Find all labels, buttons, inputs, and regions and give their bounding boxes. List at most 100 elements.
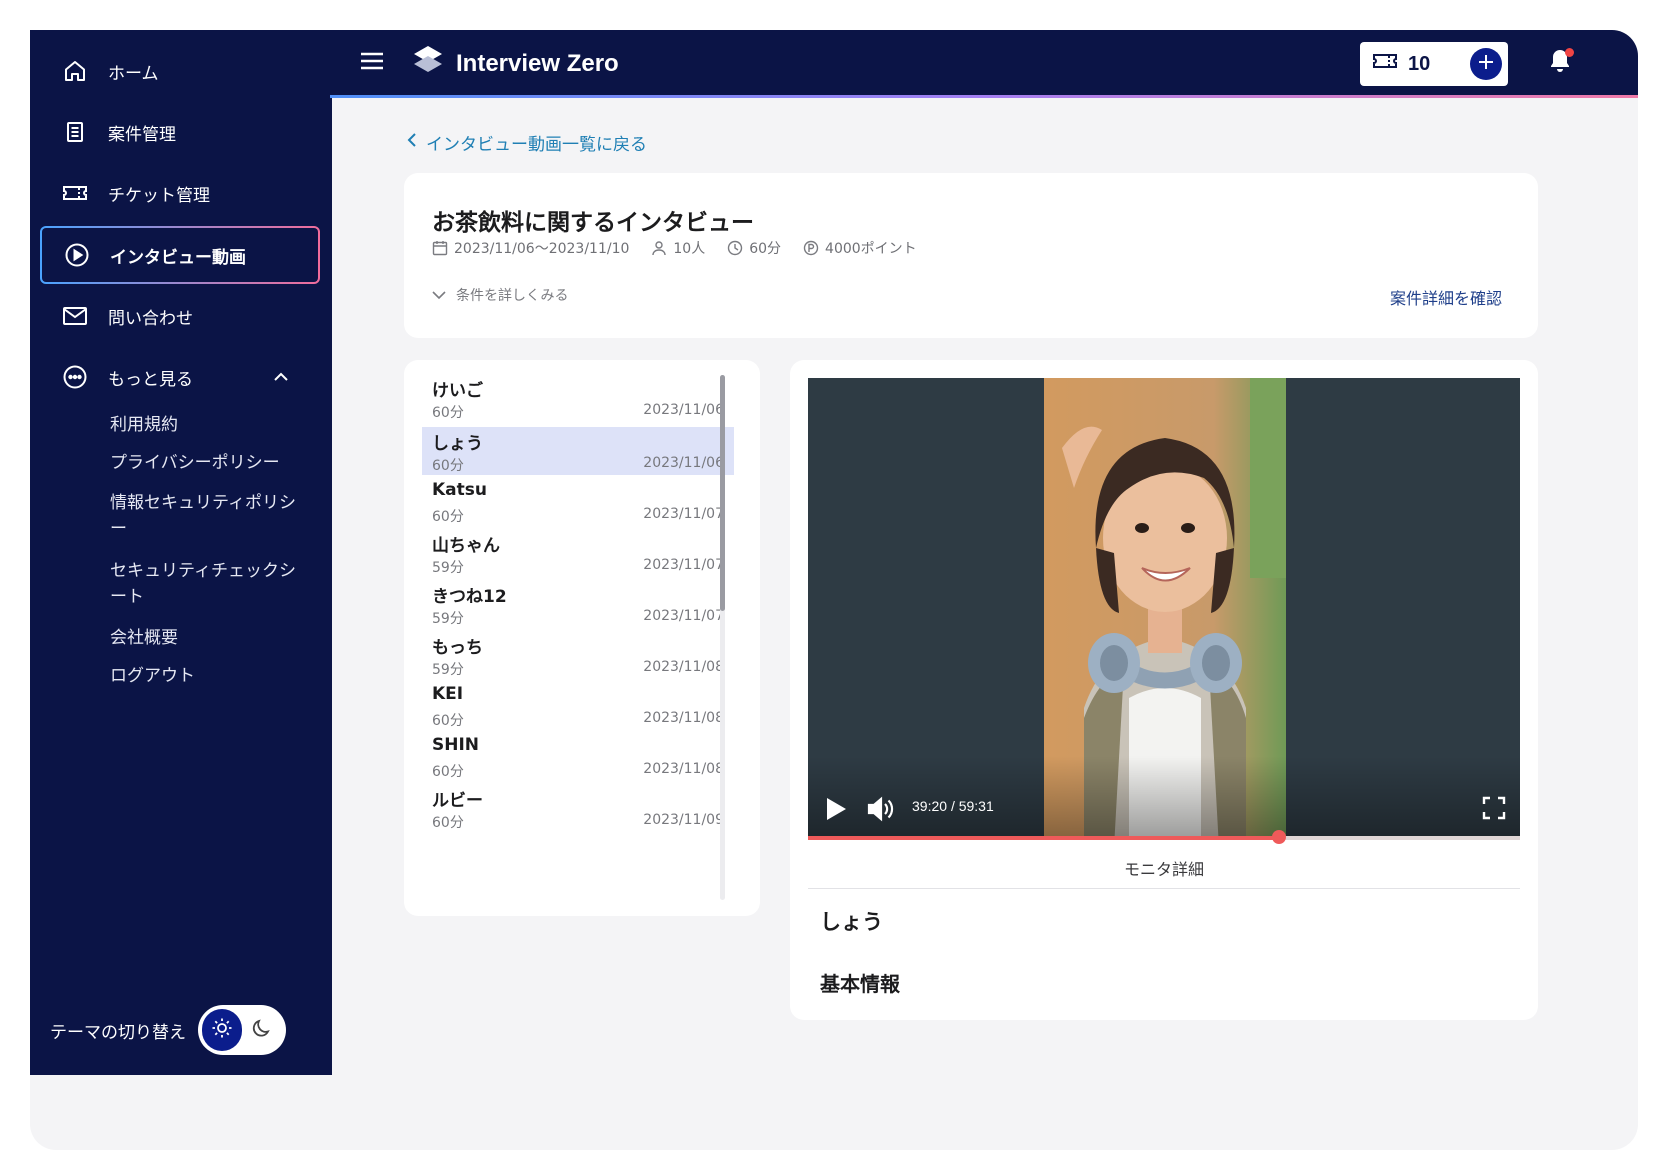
project-title: お茶飲料に関するインタビュー: [432, 210, 754, 236]
interviewee-name: 山ちゃん: [432, 536, 500, 556]
interview-date: 2023/11/06: [643, 455, 724, 471]
theme-toggle[interactable]: [198, 1005, 286, 1055]
list-item[interactable]: しょう 60分 2023/11/06: [422, 427, 734, 475]
sidebar-sub-logout[interactable]: ログアウト: [110, 663, 300, 689]
list-item[interactable]: けいご 60分 2023/11/06: [422, 374, 734, 422]
interviewee-name: ルビー: [432, 791, 483, 811]
play-button[interactable]: [824, 796, 848, 826]
mail-icon: [62, 303, 88, 329]
list-item[interactable]: SHIN 60分 2023/11/08: [422, 733, 734, 781]
interview-date: 2023/11/07: [643, 506, 724, 522]
interview-duration: 60分: [432, 509, 464, 525]
sidebar-sub-infosec-policy[interactable]: 情報セキュリティポリシー: [110, 490, 300, 542]
sidebar-item-label: インタビュー動画: [110, 247, 246, 268]
moon-icon: [251, 1017, 273, 1044]
person-icon: [651, 240, 667, 256]
list-item[interactable]: もっち 59分 2023/11/08: [422, 631, 734, 679]
ticket-balance: 10: [1360, 42, 1508, 86]
interview-duration: 59分: [432, 560, 464, 576]
video-player[interactable]: 39:20 / 59:31: [808, 378, 1520, 836]
back-link-label: インタビュー動画一覧に戻る: [426, 135, 647, 155]
controls-overlay: [808, 756, 1520, 836]
project-detail-link[interactable]: 案件詳細を確認: [1390, 285, 1502, 309]
volume-icon[interactable]: [866, 796, 894, 826]
back-to-list-link[interactable]: インタビュー動画一覧に戻る: [406, 130, 647, 155]
meta-duration: 60分: [727, 238, 781, 258]
sidebar-item-projects[interactable]: 案件管理: [40, 103, 320, 161]
list-item[interactable]: 山ちゃん 59分 2023/11/07: [422, 529, 734, 577]
interview-duration: 60分: [432, 815, 464, 831]
sidebar-sub-security-checksheet[interactable]: セキュリティチェックシート: [110, 558, 300, 610]
ticket-icon: [62, 180, 88, 206]
interview-date: 2023/11/09: [643, 812, 724, 828]
sidebar-sub-privacy[interactable]: プライバシーポリシー: [110, 450, 300, 476]
list-item[interactable]: ルビー 60分 2023/11/09: [422, 784, 734, 832]
monitor-detail-label: モニタ詳細: [1123, 860, 1204, 879]
brand[interactable]: Interview Zero: [410, 44, 619, 83]
conditions-toggle[interactable]: 条件を詳しくみる: [432, 285, 569, 305]
chevron-up-icon[interactable]: [272, 368, 290, 391]
video-progress-fill: [808, 836, 1279, 840]
meta-points: 4000ポイント: [803, 238, 917, 258]
calendar-icon: [432, 240, 448, 256]
theme-label: テーマの切り替え: [50, 1022, 186, 1043]
interview-date: 2023/11/08: [643, 761, 724, 777]
points-value: 4000ポイント: [825, 241, 917, 257]
sidebar-item-home[interactable]: ホーム: [40, 42, 320, 100]
notification-badge: [1565, 48, 1574, 57]
light-mode-button[interactable]: [202, 1009, 242, 1051]
meta-period: 2023/11/06〜2023/11/10: [432, 238, 629, 258]
ticket-count: 10: [1408, 52, 1431, 75]
logo-icon: [410, 44, 446, 83]
app-frame: ホーム 案件管理 チケット管理 インタビュー動画 問い合わせ もっと見る 利用規…: [30, 30, 1638, 1150]
sidebar-sub-company[interactable]: 会社概要: [110, 625, 300, 651]
chevron-left-icon: [406, 132, 418, 153]
monitor-name: しょう: [820, 910, 883, 934]
sidebar-item-tickets[interactable]: チケット管理: [40, 164, 320, 222]
basic-info-heading: 基本情報: [820, 972, 900, 996]
points-icon: [803, 240, 819, 256]
sidebar-item-label: 問い合わせ: [108, 308, 193, 329]
dark-mode-button[interactable]: [242, 1009, 282, 1051]
interviewee-name: もっち: [432, 638, 483, 658]
add-ticket-button[interactable]: [1470, 48, 1502, 80]
list-item[interactable]: KEI 60分 2023/11/08: [422, 682, 734, 730]
interview-date: 2023/11/07: [643, 557, 724, 573]
chevron-down-icon: [432, 290, 446, 300]
sidebar-item-interview-videos[interactable]: インタビュー動画: [40, 226, 320, 284]
list-item[interactable]: Katsu 60分 2023/11/07: [422, 478, 734, 526]
sun-icon: [211, 1017, 233, 1044]
meta-people: 10人: [651, 238, 705, 258]
sidebar-item-label: チケット管理: [108, 185, 210, 206]
video-progress-knob[interactable]: [1272, 830, 1286, 844]
sidebar-item-more[interactable]: もっと見る: [40, 348, 320, 406]
interview-duration: 59分: [432, 611, 464, 627]
more-circle-icon: [62, 364, 88, 390]
list-scrollbar-thumb[interactable]: [720, 375, 725, 611]
sidebar: ホーム 案件管理 チケット管理 インタビュー動画 問い合わせ もっと見る 利用規…: [30, 30, 332, 1075]
interviewee-name: けいご: [432, 381, 483, 401]
interviewee-name: Katsu: [432, 480, 487, 500]
interviewee-name: SHIN: [432, 735, 480, 755]
interviewee-name: きつね12: [432, 587, 507, 607]
sidebar-item-contact[interactable]: 問い合わせ: [40, 287, 320, 345]
brand-name: Interview Zero: [456, 49, 619, 77]
sidebar-sub-terms[interactable]: 利用規約: [110, 412, 300, 438]
sidebar-item-label: ホーム: [108, 63, 159, 84]
project-meta: 2023/11/06〜2023/11/10 10人 60分 4000ポイント: [432, 238, 939, 258]
list-item[interactable]: きつね12 59分 2023/11/07: [422, 580, 734, 628]
period-value: 2023/11/06〜2023/11/10: [454, 241, 630, 257]
fullscreen-icon[interactable]: [1482, 796, 1506, 824]
interview-duration: 60分: [432, 764, 464, 780]
hamburger-menu-icon[interactable]: [360, 51, 384, 75]
theme-switcher: テーマの切り替え: [50, 1005, 286, 1055]
interview-date: 2023/11/07: [643, 608, 724, 624]
play-circle-icon: [64, 242, 90, 268]
interview-duration: 60分: [432, 713, 464, 729]
clock-icon: [727, 240, 743, 256]
sidebar-item-label: 案件管理: [108, 124, 176, 145]
ticket-icon: [1372, 51, 1398, 77]
document-icon: [62, 119, 88, 145]
time-separator: /: [950, 798, 955, 814]
conditions-toggle-label: 条件を詳しくみる: [456, 288, 569, 304]
